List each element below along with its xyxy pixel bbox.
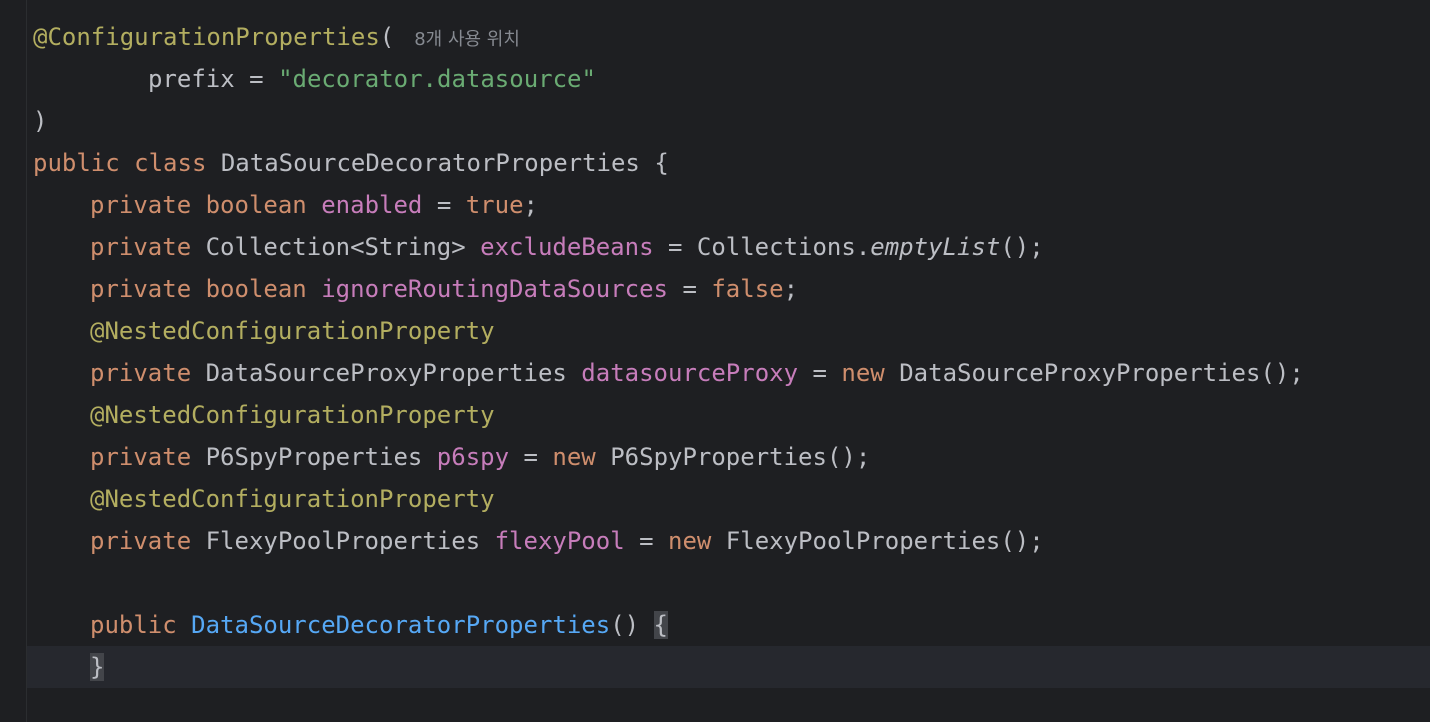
- punctuation: ): [33, 107, 48, 135]
- keyword: public: [33, 149, 120, 177]
- code-line-6[interactable]: private Collection<String> excludeBeans …: [90, 226, 1044, 268]
- operator: =: [624, 527, 668, 555]
- keyword: boolean: [205, 275, 307, 303]
- keyword: private: [90, 527, 192, 555]
- annotation: @NestedConfigurationProperty: [90, 485, 495, 513]
- keyword: boolean: [205, 191, 307, 219]
- code-line-7[interactable]: private boolean ignoreRoutingDataSources…: [90, 268, 798, 310]
- type-name: FlexyPoolProperties: [191, 527, 495, 555]
- constructor-name: DataSourceDecoratorProperties: [191, 611, 611, 639]
- code-line-10[interactable]: @NestedConfigurationProperty: [90, 394, 495, 436]
- code-line-3[interactable]: ): [33, 100, 47, 142]
- field-name: enabled: [321, 191, 423, 219]
- code-line-9[interactable]: private DataSourceProxyProperties dataso…: [90, 352, 1304, 394]
- code-line-5[interactable]: private boolean enabled = true;: [90, 184, 538, 226]
- keyword: private: [90, 443, 192, 471]
- code-line-15[interactable]: public DataSourceDecoratorProperties() {: [90, 604, 668, 646]
- constructor-call: DataSourceProxyProperties();: [884, 359, 1304, 387]
- string-literal: "decorator.datasource": [278, 65, 596, 93]
- annotation: @NestedConfigurationProperty: [90, 317, 495, 345]
- type-name: DataSourceProxyProperties: [191, 359, 582, 387]
- code-editor[interactable]: @ConfigurationProperties(8개 사용 위치 prefix…: [0, 0, 1430, 722]
- type-name: Collection<String>: [191, 233, 481, 261]
- constructor-call: FlexyPoolProperties();: [711, 527, 1044, 555]
- operator: =: [422, 191, 466, 219]
- operator: =: [509, 443, 553, 471]
- field-name: p6spy: [436, 443, 510, 471]
- code-line-8[interactable]: @NestedConfigurationProperty: [90, 310, 495, 352]
- annotation: @NestedConfigurationProperty: [90, 401, 495, 429]
- operator: =: [668, 275, 712, 303]
- keyword: private: [90, 359, 192, 387]
- punctuation: (: [379, 23, 395, 51]
- static-method: emptyList: [870, 233, 1001, 261]
- usages-inlay-hint[interactable]: 8개 사용 위치: [414, 29, 520, 50]
- keyword: private: [90, 233, 192, 261]
- type-name: = Collections.: [653, 233, 871, 261]
- keyword: private: [90, 275, 192, 303]
- code-line-12[interactable]: @NestedConfigurationProperty: [90, 478, 495, 520]
- field-name: datasourceProxy: [581, 359, 799, 387]
- matched-brace: }: [90, 653, 105, 681]
- punctuation: ;: [783, 275, 799, 303]
- current-line-highlight: [27, 646, 1430, 688]
- annotation: @ConfigurationProperties: [33, 23, 380, 51]
- punctuation: (): [610, 611, 654, 639]
- punctuation: ();: [1000, 233, 1044, 261]
- keyword: public: [90, 611, 177, 639]
- keyword: class: [134, 149, 207, 177]
- operator: =: [798, 359, 842, 387]
- field-name: ignoreRoutingDataSources: [321, 275, 668, 303]
- gutter-divider: [26, 0, 27, 722]
- field-name: flexyPool: [494, 527, 625, 555]
- keyword: new: [552, 443, 596, 471]
- code-line-16[interactable]: }: [90, 646, 105, 688]
- code-line-11[interactable]: private P6SpyProperties p6spy = new P6Sp…: [90, 436, 870, 478]
- keyword: private: [90, 191, 192, 219]
- matched-brace: {: [653, 611, 668, 639]
- keyword: true: [465, 191, 524, 219]
- code-line-1[interactable]: @ConfigurationProperties(8개 사용 위치: [33, 16, 520, 58]
- punctuation: ;: [523, 191, 538, 219]
- attribute-name: prefix: [148, 65, 235, 93]
- code-line-2[interactable]: prefix = "decorator.datasource": [148, 58, 596, 100]
- keyword: new: [668, 527, 712, 555]
- code-line-13[interactable]: private FlexyPoolProperties flexyPool = …: [90, 520, 1044, 562]
- keyword: false: [711, 275, 784, 303]
- operator: =: [234, 65, 279, 93]
- code-line-4[interactable]: public class DataSourceDecoratorProperti…: [33, 142, 669, 184]
- keyword: new: [841, 359, 885, 387]
- class-name: DataSourceDecoratorProperties {: [206, 149, 669, 177]
- type-name: P6SpyProperties: [191, 443, 437, 471]
- constructor-call: P6SpyProperties();: [595, 443, 871, 471]
- field-name: excludeBeans: [480, 233, 654, 261]
